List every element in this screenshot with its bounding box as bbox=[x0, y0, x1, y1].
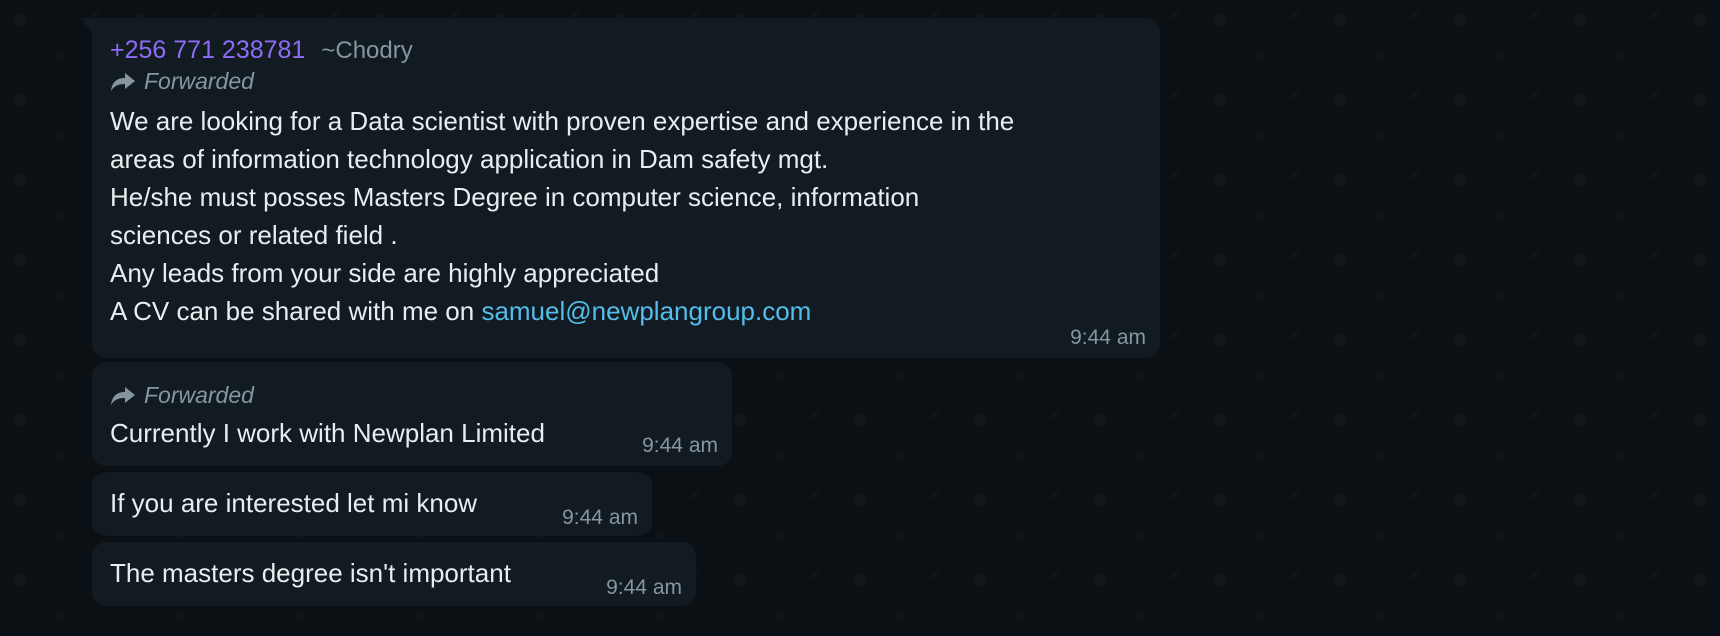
message-bubble[interactable]: If you are interested let mi know 9:44 a… bbox=[92, 472, 652, 536]
message-bubble[interactable]: Forwarded Currently I work with Newplan … bbox=[92, 362, 732, 466]
message-line: sciences or related field . bbox=[110, 220, 398, 250]
email-link[interactable]: samuel@newplangroup.com bbox=[481, 296, 811, 326]
message-time: 9:44 am bbox=[1070, 326, 1146, 349]
message-line-prefix: A CV can be shared with me on bbox=[110, 296, 482, 326]
forwarded-label: Forwarded bbox=[110, 62, 1144, 100]
forward-arrow-icon bbox=[110, 71, 136, 91]
bubble-tail bbox=[80, 18, 92, 32]
forward-arrow-icon bbox=[110, 385, 136, 405]
message-bubble[interactable]: +256 771 238781 ~Chodry Forwarded We are… bbox=[80, 18, 1160, 358]
forwarded-text: Forwarded bbox=[144, 67, 254, 94]
sender-phone[interactable]: +256 771 238781 bbox=[110, 36, 305, 65]
sender-row: +256 771 238781 ~Chodry bbox=[110, 18, 1144, 64]
message-time: 9:44 am bbox=[562, 506, 638, 529]
sender-name: ~Chodry bbox=[321, 37, 413, 64]
message-text: We are looking for a Data scientist with… bbox=[110, 102, 1144, 330]
message-text: The masters degree isn't important bbox=[110, 558, 511, 588]
message-text: Currently I work with Newplan Limited bbox=[110, 418, 545, 448]
message-time: 9:44 am bbox=[606, 576, 682, 599]
message-line: areas of information technology applicat… bbox=[110, 144, 829, 174]
chat-message-list[interactable]: +256 771 238781 ~Chodry Forwarded We are… bbox=[0, 0, 1720, 636]
message-bubble[interactable]: The masters degree isn't important 9:44 … bbox=[92, 542, 696, 606]
message-line: He/she must posses Masters Degree in com… bbox=[110, 182, 920, 212]
message-line: A CV can be shared with me on samuel@new… bbox=[110, 292, 1144, 330]
message-line: Any leads from your side are highly appr… bbox=[110, 258, 660, 288]
forwarded-text: Forwarded bbox=[144, 381, 254, 408]
forwarded-label: Forwarded bbox=[110, 376, 716, 414]
message-time: 9:44 am bbox=[642, 434, 718, 457]
message-text: If you are interested let mi know bbox=[110, 488, 478, 518]
message-line: We are looking for a Data scientist with… bbox=[110, 106, 1015, 136]
